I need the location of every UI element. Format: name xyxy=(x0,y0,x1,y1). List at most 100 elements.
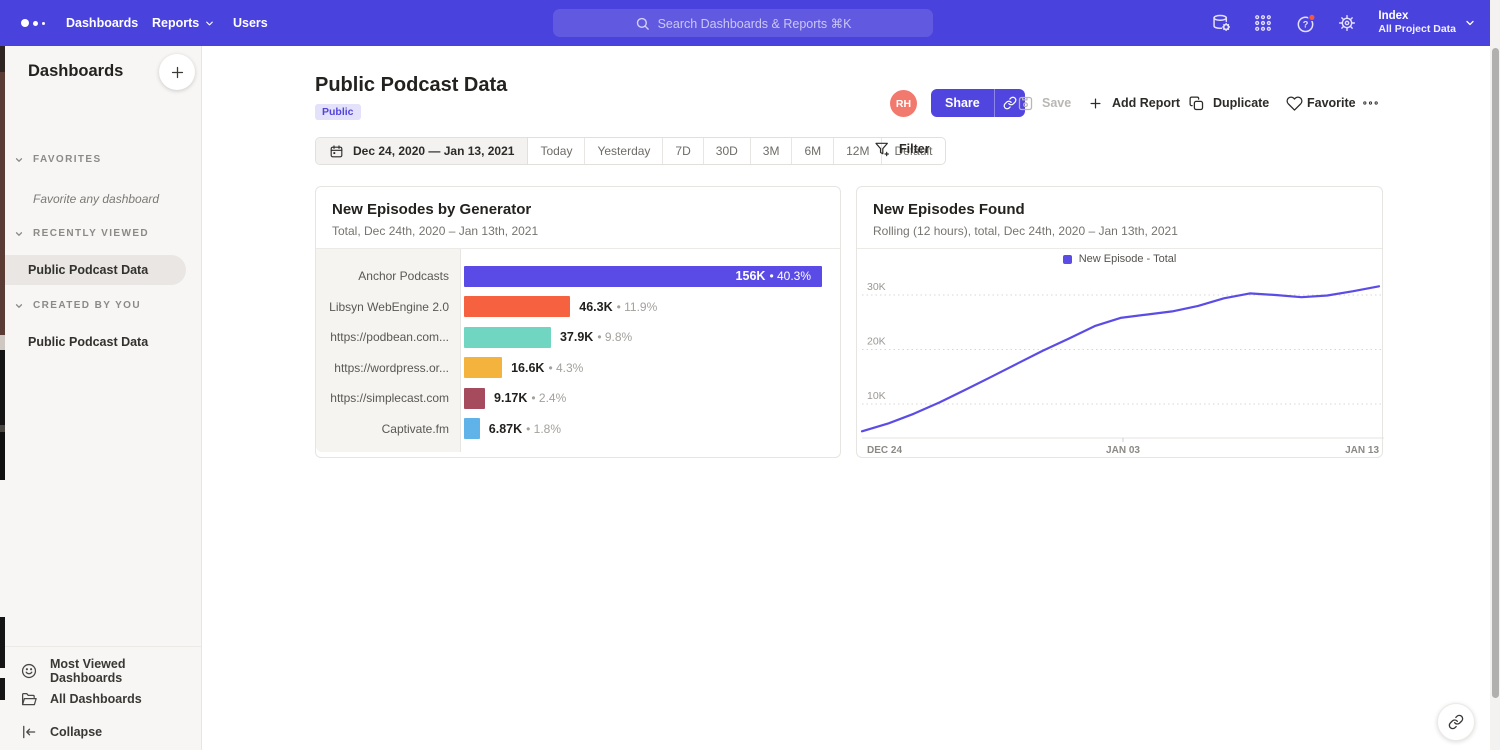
favorites-empty-text: Favorite any dashboard xyxy=(33,192,159,206)
mode-logo[interactable] xyxy=(21,19,45,27)
link-icon xyxy=(1448,714,1464,730)
range-option-3m[interactable]: 3M xyxy=(751,138,793,164)
save-button[interactable]: Save xyxy=(1017,89,1071,117)
chevron-down-icon xyxy=(14,229,24,239)
nav-dashboards-label: Dashboards xyxy=(66,16,138,30)
section-label: RECENTLY VIEWED xyxy=(33,228,149,239)
bar-segment[interactable] xyxy=(464,327,551,348)
ellipsis-icon xyxy=(1362,95,1379,112)
scrollbar-thumb[interactable] xyxy=(1492,48,1499,698)
range-option-30d[interactable]: 30D xyxy=(704,138,751,164)
chart-subtitle: Total, Dec 24th, 2020 – Jan 13th, 2021 xyxy=(332,224,538,238)
section-favorites[interactable]: FAVORITES xyxy=(14,154,102,165)
duplicate-label: Duplicate xyxy=(1213,96,1269,110)
floating-link-button[interactable] xyxy=(1437,703,1475,741)
section-label: CREATED BY YOU xyxy=(33,300,141,311)
sidebar-item-public-podcast-data-2[interactable]: Public Podcast Data xyxy=(0,327,186,357)
notification-badge xyxy=(1309,14,1315,20)
calendar-icon xyxy=(329,144,344,159)
bar-value-label: 9.17K• 2.4% xyxy=(494,383,566,414)
bar-segment[interactable] xyxy=(464,357,502,378)
section-recently-viewed[interactable]: RECENTLY VIEWED xyxy=(14,228,149,239)
search-input[interactable]: Search Dashboards & Reports ⌘K xyxy=(553,9,933,37)
apps-grid-icon[interactable] xyxy=(1252,12,1274,34)
more-options-button[interactable] xyxy=(1362,89,1379,117)
y-axis-tick: 10K xyxy=(867,390,886,402)
bar-row: https://wordpress.or...16.6K• 4.3% xyxy=(316,353,840,384)
date-range-picker[interactable]: Dec 24, 2020 — Jan 13, 2021 xyxy=(316,138,528,164)
add-report-label: Add Report xyxy=(1112,96,1180,110)
y-axis-tick: 30K xyxy=(867,281,886,293)
share-button[interactable]: Share xyxy=(931,89,994,117)
bar-row: https://podbean.com...37.9K• 9.8% xyxy=(316,322,840,353)
favorite-button[interactable] xyxy=(1286,89,1303,117)
x-axis-tick: JAN 03 xyxy=(1106,445,1140,456)
favorite-label-wrap[interactable]: Favorite xyxy=(1307,89,1356,117)
chevron-down-icon xyxy=(204,18,215,29)
range-option-yesterday[interactable]: Yesterday xyxy=(585,138,663,164)
section-label: FAVORITES xyxy=(33,154,102,165)
workspace-switcher[interactable]: Index All Project Data xyxy=(1378,10,1476,36)
bar-row: https://simplecast.com9.17K• 2.4% xyxy=(316,383,840,414)
svg-text:?: ? xyxy=(1303,19,1309,29)
nav-right-cluster: ? Index All Project Data xyxy=(1210,0,1476,46)
new-dashboard-button[interactable] xyxy=(159,54,195,90)
nav-item-reports[interactable]: Reports xyxy=(152,0,215,46)
footer-item-label: Collapse xyxy=(50,725,102,739)
search-placeholder: Search Dashboards & Reports ⌘K xyxy=(658,16,852,31)
bar-chart: Anchor Podcasts 156K• 40.3% Libsyn WebEngi… xyxy=(316,261,840,444)
chart-legend[interactable]: New Episode - Total xyxy=(857,253,1382,265)
save-icon xyxy=(1017,95,1034,112)
range-option-7d[interactable]: 7D xyxy=(663,138,703,164)
x-axis-tick: DEC 24 xyxy=(867,445,902,456)
save-label: Save xyxy=(1042,96,1071,110)
legend-swatch xyxy=(1063,255,1072,264)
bar-value-label: 16.6K• 4.3% xyxy=(511,353,583,384)
bar-category-label: Anchor Podcasts xyxy=(316,261,449,292)
nav-users-label: Users xyxy=(233,16,268,30)
scrollbar-track xyxy=(1490,0,1500,750)
bar-value-label: 46.3K• 11.9% xyxy=(579,292,657,323)
footer-item-label: All Dashboards xyxy=(50,692,142,706)
page-title: Public Podcast Data xyxy=(315,74,507,97)
chart-subtitle: Rolling (12 hours), total, Dec 24th, 202… xyxy=(873,224,1178,238)
bar-segment[interactable] xyxy=(464,388,485,409)
most-viewed-dashboards-button[interactable]: Most Viewed Dashboards xyxy=(20,657,201,685)
x-axis-tick: JAN 13 xyxy=(1345,445,1379,456)
workspace-scope: All Project Data xyxy=(1378,23,1456,36)
search-icon xyxy=(635,16,650,31)
help-icon[interactable]: ? xyxy=(1294,12,1316,34)
avatar[interactable]: RH xyxy=(890,90,917,117)
bar-segment[interactable] xyxy=(464,296,570,317)
range-option-6m[interactable]: 6M xyxy=(792,138,834,164)
nav-item-users[interactable]: Users xyxy=(233,0,268,46)
collapse-sidebar-button[interactable]: Collapse xyxy=(20,723,102,741)
sidebar-title: Dashboards xyxy=(28,62,123,81)
nav-item-dashboards[interactable]: Dashboards xyxy=(66,0,138,46)
filter-label: Filter xyxy=(899,142,930,156)
range-option-today[interactable]: Today xyxy=(528,138,585,164)
favorite-label: Favorite xyxy=(1307,96,1356,110)
bar-category-label: https://podbean.com... xyxy=(316,322,449,353)
all-dashboards-button[interactable]: All Dashboards xyxy=(20,690,142,708)
workspace-name: Index xyxy=(1378,10,1456,23)
bar-category-label: Libsyn WebEngine 2.0 xyxy=(316,292,449,323)
filter-button[interactable]: Filter xyxy=(874,141,930,157)
bar-value-label: 156K• 40.3% xyxy=(736,261,811,292)
bar-segment[interactable] xyxy=(464,418,480,439)
sidebar-item-public-podcast-data[interactable]: Public Podcast Data xyxy=(0,255,186,285)
sidebar-footer: Most Viewed Dashboards All Dashboards Co… xyxy=(0,646,201,750)
bar-row: Captivate.fm6.87K• 1.8% xyxy=(316,414,840,445)
add-report-button[interactable]: Add Report xyxy=(1087,89,1180,117)
sidebar: Dashboards FAVORITES Favorite any dashbo… xyxy=(0,46,202,750)
section-created-by-you[interactable]: CREATED BY YOU xyxy=(14,300,141,311)
data-sources-icon[interactable] xyxy=(1210,12,1232,34)
duplicate-button[interactable]: Duplicate xyxy=(1188,89,1269,117)
line-series[interactable] xyxy=(862,286,1379,431)
chevron-down-icon xyxy=(1464,17,1476,29)
line-chart[interactable]: 10K20K30KDEC 24JAN 03JAN 13 xyxy=(857,271,1384,457)
app-window: Dashboards Reports Users Search Dashboar… xyxy=(0,0,1500,750)
divider xyxy=(857,248,1382,249)
sidebar-item-label: Public Podcast Data xyxy=(28,263,148,277)
settings-gear-icon[interactable] xyxy=(1336,12,1358,34)
